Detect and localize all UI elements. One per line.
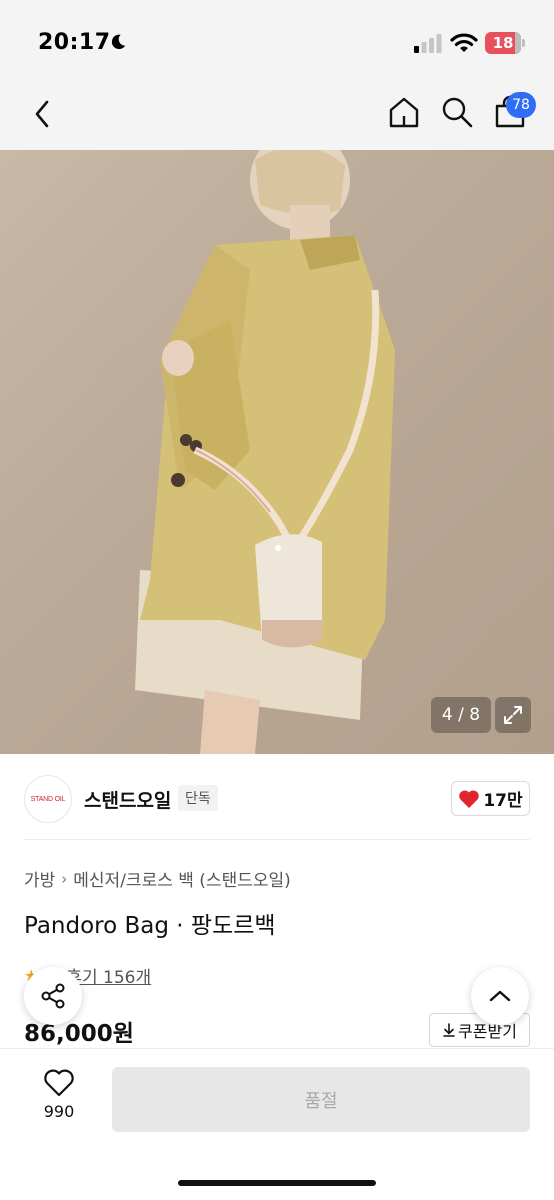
- back-button[interactable]: [22, 94, 62, 134]
- soldout-button[interactable]: 품절: [112, 1067, 530, 1132]
- download-icon: [443, 1023, 455, 1037]
- wishlist-count: 990: [43, 1102, 75, 1121]
- share-icon: [41, 983, 65, 1009]
- divider: [24, 839, 530, 840]
- share-button[interactable]: [24, 967, 82, 1025]
- brand-logo[interactable]: STAND OIL: [24, 775, 72, 823]
- chevron-right-icon: ›: [61, 869, 68, 888]
- home-button[interactable]: [384, 92, 424, 132]
- breadcrumb-category[interactable]: 가방: [24, 866, 55, 891]
- exclusive-badge: 단독: [178, 785, 218, 811]
- like-count: 17만: [483, 791, 523, 811]
- battery-level: 18: [492, 34, 514, 52]
- model-photo: [135, 150, 395, 754]
- wishlist-button[interactable]: 990: [30, 1068, 88, 1128]
- cellular-signal-icon: [414, 34, 442, 53]
- search-button[interactable]: [437, 92, 477, 132]
- breadcrumb: 가방 › 메신저/크로스 백 (스탠드오일): [24, 866, 291, 892]
- wifi-icon: [450, 33, 478, 52]
- nav-bar: [0, 80, 554, 150]
- cart-count-badge: 78: [506, 92, 536, 118]
- brand-like-button[interactable]: 17만: [451, 781, 530, 816]
- expand-icon: [504, 706, 522, 724]
- product-image[interactable]: [0, 150, 554, 754]
- status-time: 20:17: [38, 30, 111, 55]
- moon-icon: [111, 34, 126, 50]
- brand-name[interactable]: 스탠드오일: [84, 786, 171, 813]
- chevron-up-icon: [489, 990, 511, 1002]
- heart-filled-icon: [459, 789, 480, 808]
- scroll-top-button[interactable]: [471, 967, 529, 1025]
- battery-indicator: 18: [485, 32, 525, 54]
- image-counter: 4 / 8: [431, 697, 491, 733]
- home-indicator: [178, 1180, 376, 1186]
- status-bar: 20:17 18: [0, 0, 554, 80]
- heart-outline-icon: [44, 1069, 74, 1097]
- brand-logo-text: STAND OIL: [30, 795, 66, 803]
- home-icon: [389, 97, 419, 128]
- breadcrumb-subcategory[interactable]: 메신저/크로스 백 (스탠드오일): [73, 866, 290, 891]
- chevron-left-icon: [35, 100, 49, 128]
- search-icon: [442, 97, 473, 128]
- product-title: Pandoro Bag · 팡도르백: [24, 913, 276, 939]
- expand-image-button[interactable]: [495, 697, 531, 733]
